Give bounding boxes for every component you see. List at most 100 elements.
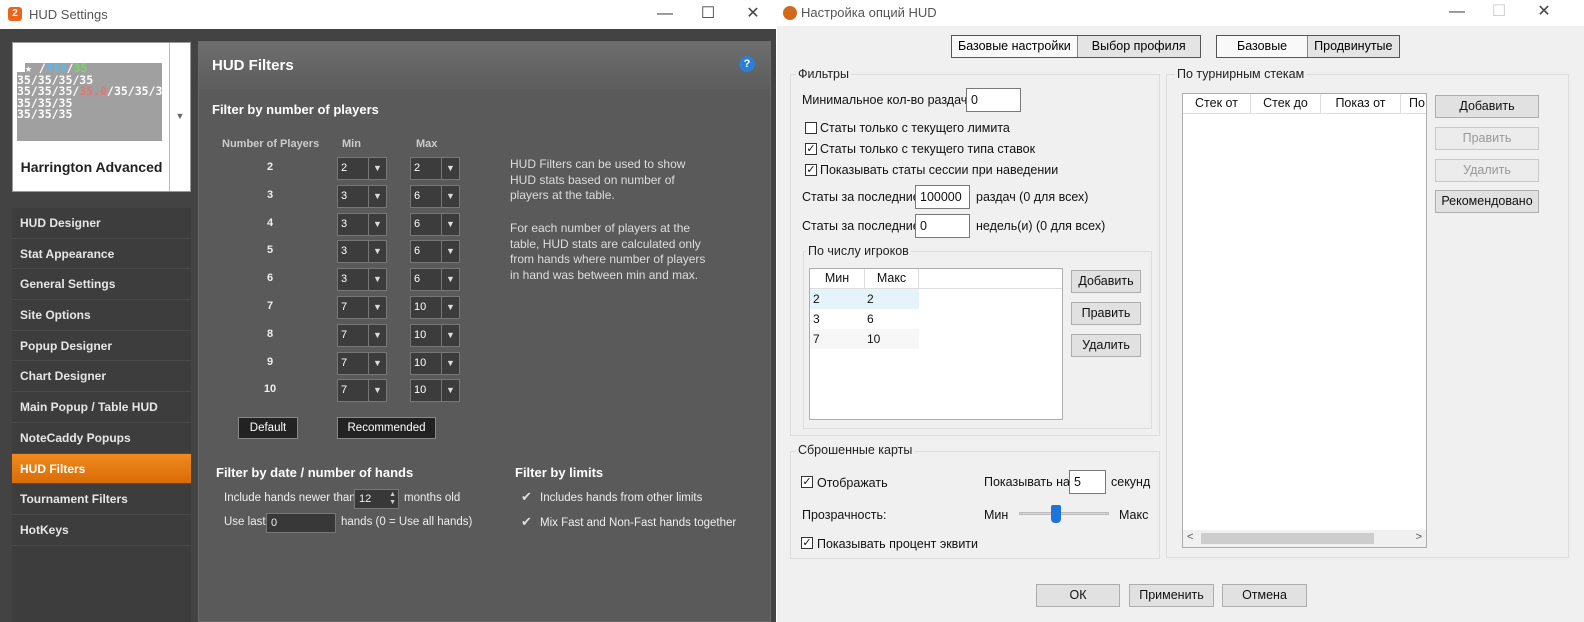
scroll-left-icon[interactable]: < bbox=[1187, 531, 1193, 543]
minimize-icon[interactable]: — bbox=[1446, 1, 1468, 23]
tab-profile-select[interactable]: Выбор профиля bbox=[1078, 36, 1200, 57]
sidebar-item[interactable]: Site Options bbox=[12, 300, 191, 331]
chevron-down-icon[interactable]: ▼ bbox=[441, 324, 459, 346]
chevron-down-icon[interactable]: ▼ bbox=[368, 352, 386, 374]
limit-opt2-checkbox[interactable]: ✔ bbox=[521, 514, 532, 530]
session-checkbox[interactable]: ✓ bbox=[805, 164, 817, 176]
tab-advanced[interactable]: Продвинутые bbox=[1308, 36, 1398, 57]
sidebar-item[interactable]: Tournament Filters bbox=[12, 484, 191, 515]
bet-type-checkbox[interactable]: ✓ bbox=[805, 143, 817, 155]
scroll-thumb[interactable] bbox=[1201, 533, 1374, 544]
chevron-down-icon[interactable]: ▼ bbox=[441, 269, 459, 291]
sidebar-item[interactable]: Chart Designer bbox=[12, 361, 191, 393]
chevron-down-icon[interactable]: ▼ bbox=[368, 158, 386, 179]
minimize-icon[interactable]: — bbox=[654, 3, 676, 25]
limit-opt1-checkbox[interactable]: ✔ bbox=[521, 489, 532, 505]
delete-range-button[interactable]: Удалить bbox=[1071, 334, 1141, 357]
max-players-select[interactable]: 6 ▼ bbox=[410, 184, 460, 208]
sidebar-item[interactable]: General Settings bbox=[12, 269, 191, 301]
scroll-right-icon[interactable]: > bbox=[1416, 531, 1422, 543]
ok-button[interactable]: ОК bbox=[1036, 584, 1120, 607]
sidebar-item[interactable]: NoteCaddy Popups bbox=[12, 423, 191, 454]
last-weeks-input[interactable]: 0 bbox=[915, 214, 970, 238]
chevron-down-icon[interactable]: ▼ bbox=[368, 185, 386, 207]
chevron-down-icon[interactable]: ▼ bbox=[441, 158, 459, 179]
chevron-down-icon[interactable]: ▼ bbox=[368, 213, 386, 235]
chevron-down-icon[interactable]: ▼ bbox=[368, 324, 386, 346]
chevron-down-icon[interactable]: ▼ bbox=[441, 297, 459, 318]
sidebar-item[interactable]: Stat Appearance bbox=[12, 239, 191, 270]
cancel-button[interactable]: Отмена bbox=[1222, 584, 1307, 607]
col-show-to[interactable]: По bbox=[1401, 94, 1426, 113]
min-players-select[interactable]: 3 ▼ bbox=[337, 240, 387, 264]
apply-button[interactable]: Применить bbox=[1129, 584, 1214, 607]
edit-range-button[interactable]: Править bbox=[1071, 302, 1141, 325]
add-range-button[interactable]: Добавить bbox=[1071, 270, 1141, 293]
tab-basic[interactable]: Базовые bbox=[1217, 36, 1309, 57]
tab-basic-settings[interactable]: Базовые настройки bbox=[952, 36, 1078, 57]
use-last-input[interactable]: 0 bbox=[266, 513, 336, 533]
profile-selector[interactable]: ★ /350/35 35/35/35/35 35/35/35/35.0/35/3… bbox=[12, 42, 191, 192]
stacks-list[interactable]: Стек от Стек до Показ от По < > bbox=[1182, 93, 1427, 548]
col-show-from[interactable]: Показ от bbox=[1321, 94, 1401, 113]
sidebar-item[interactable]: HotKeys bbox=[12, 515, 191, 546]
chevron-down-icon[interactable]: ▼ bbox=[441, 241, 459, 263]
players-list[interactable]: Мин Макс 2 2 3 6 7 10 bbox=[809, 268, 1063, 420]
horizontal-scrollbar[interactable]: < > bbox=[1183, 530, 1426, 547]
min-players-select[interactable]: 3 ▼ bbox=[337, 184, 387, 208]
limit-checkbox[interactable] bbox=[805, 122, 817, 134]
min-players-select[interactable]: 3 ▼ bbox=[337, 212, 387, 236]
chevron-down-icon[interactable]: ▼ bbox=[441, 185, 459, 207]
slider-thumb[interactable] bbox=[1051, 505, 1061, 523]
max-players-select[interactable]: 10 ▼ bbox=[410, 296, 460, 319]
close-icon[interactable]: ✕ bbox=[1533, 1, 1555, 23]
sidebar-item[interactable]: HUD Designer bbox=[12, 208, 191, 239]
max-players-select[interactable]: 2 ▼ bbox=[410, 157, 460, 180]
min-players-select[interactable]: 7 ▼ bbox=[337, 351, 387, 375]
months-stepper[interactable]: 12 ▲ ▼ bbox=[354, 489, 399, 509]
min-players-select[interactable]: 2 ▼ bbox=[337, 157, 387, 180]
col-max[interactable]: Макс bbox=[865, 269, 919, 288]
min-players-select[interactable]: 7 ▼ bbox=[337, 379, 387, 403]
sidebar-item[interactable]: Main Popup / Table HUD bbox=[12, 392, 191, 423]
sidebar-item[interactable]: Popup Designer bbox=[12, 331, 191, 362]
recommended-stack-button[interactable]: Рекомендовано bbox=[1435, 190, 1539, 213]
chevron-down-icon[interactable]: ▼ bbox=[368, 241, 386, 263]
help-icon[interactable]: ? bbox=[739, 56, 755, 72]
max-players-select[interactable]: 10 ▼ bbox=[410, 351, 460, 375]
stepper-arrows-icon[interactable]: ▲ ▼ bbox=[389, 491, 396, 507]
min-players-select[interactable]: 3 ▼ bbox=[337, 268, 387, 292]
col-stack-to[interactable]: Стек до bbox=[1251, 94, 1321, 113]
maximize-icon[interactable]: ☐ bbox=[697, 3, 719, 25]
col-stack-from[interactable]: Стек от bbox=[1183, 94, 1251, 113]
min-players-select[interactable]: 7 ▼ bbox=[337, 323, 387, 347]
add-stack-button[interactable]: Добавить bbox=[1435, 95, 1539, 118]
equity-checkbox[interactable]: ✓ bbox=[801, 537, 813, 549]
transparency-slider[interactable] bbox=[1019, 505, 1109, 523]
chevron-down-icon[interactable]: ▼ bbox=[441, 380, 459, 402]
list-item[interactable]: 7 10 bbox=[810, 329, 919, 349]
col-min[interactable]: Мин bbox=[810, 269, 865, 288]
chevron-down-icon[interactable]: ▼ bbox=[441, 352, 459, 374]
dropdown-arrow-icon[interactable]: ▼ bbox=[169, 43, 190, 191]
last-hands-input[interactable]: 100000 bbox=[915, 185, 970, 209]
chevron-down-icon[interactable]: ▼ bbox=[368, 297, 386, 318]
min-players-select[interactable]: 7 ▼ bbox=[337, 296, 387, 319]
sidebar-item[interactable]: HUD Filters bbox=[12, 453, 191, 485]
max-players-select[interactable]: 10 ▼ bbox=[410, 379, 460, 403]
max-players-select[interactable]: 6 ▼ bbox=[410, 268, 460, 292]
recommended-button[interactable]: Recommended bbox=[337, 417, 436, 439]
chevron-down-icon[interactable]: ▼ bbox=[368, 269, 386, 291]
list-item[interactable]: 36 bbox=[810, 309, 919, 329]
show-folded-checkbox[interactable]: ✓ bbox=[801, 476, 813, 488]
max-players-select[interactable]: 10 ▼ bbox=[410, 323, 460, 347]
show-for-input[interactable]: 5 bbox=[1069, 470, 1106, 494]
list-item[interactable]: 22 bbox=[810, 289, 919, 309]
max-players-select[interactable]: 6 ▼ bbox=[410, 212, 460, 236]
min-hands-input[interactable]: 0 bbox=[966, 88, 1021, 112]
chevron-down-icon[interactable]: ▼ bbox=[368, 380, 386, 402]
close-icon[interactable]: ✕ bbox=[742, 3, 764, 25]
chevron-down-icon[interactable]: ▼ bbox=[441, 213, 459, 235]
max-players-select[interactable]: 6 ▼ bbox=[410, 240, 460, 264]
default-button[interactable]: Default bbox=[238, 417, 298, 439]
